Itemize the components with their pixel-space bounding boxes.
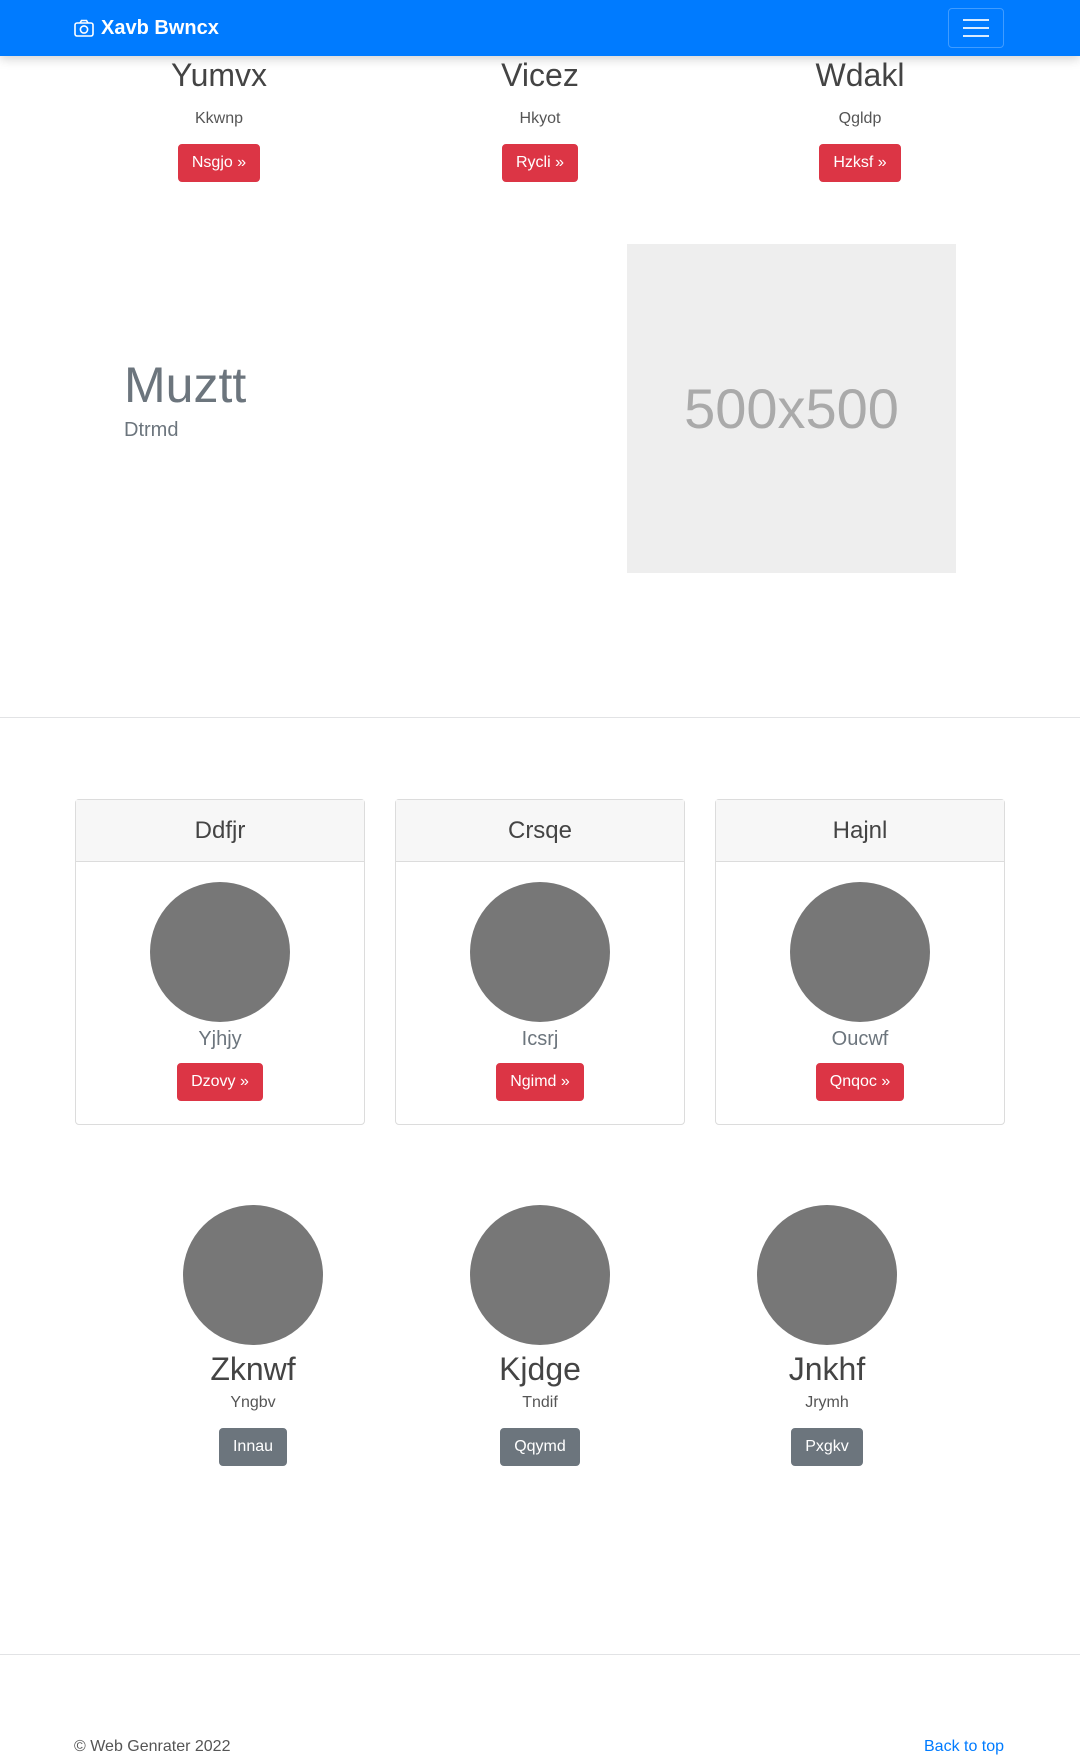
back-to-top-link[interactable]: Back to top	[924, 1738, 1004, 1756]
divider	[0, 717, 1080, 718]
column-button[interactable]: Rycli »	[501, 144, 578, 183]
person-button[interactable]: Pxgkv	[791, 1428, 863, 1466]
card-3: Hajnl Oucwf Qnqoc »	[715, 799, 1005, 1125]
camera-icon	[74, 19, 94, 37]
person-button[interactable]: Innau	[218, 1428, 288, 1466]
card-subtitle: Yjhjy	[198, 1028, 242, 1050]
footer-copyright: © Web Genrater 2022	[74, 1738, 231, 1755]
navbar: Xavb Bwncx	[0, 0, 1080, 56]
avatar	[757, 1205, 897, 1345]
avatar	[470, 882, 610, 1022]
person-subtitle: Yngbv	[230, 1394, 276, 1411]
column-button[interactable]: Nsgjo »	[177, 144, 261, 183]
card-button[interactable]: Ngimd »	[496, 1063, 584, 1101]
feature-subheading: Dtrmd	[124, 419, 179, 441]
person-button[interactable]: Qqymd	[500, 1428, 580, 1466]
person-subtitle: Tndif	[522, 1394, 558, 1411]
column-subtitle: Kkwnp	[194, 110, 244, 128]
person-subtitle: Jrymh	[805, 1394, 849, 1411]
person-name: Zknwf	[210, 1351, 296, 1387]
card-header: Hajnl	[716, 800, 1004, 862]
card-header: Ddfjr	[76, 800, 364, 862]
brand-link[interactable]: Xavb Bwncx	[74, 16, 219, 40]
top-column-3: Wdakl Qgldp Hzksf »	[715, 57, 1005, 183]
divider	[0, 1654, 1080, 1655]
column-title: Yumvx	[170, 57, 268, 93]
card-2: Crsqe Icsrj Ngimd »	[395, 799, 685, 1125]
top-column-2: Vicez Hkyot Rycli »	[395, 57, 685, 183]
card-header: Crsqe	[396, 800, 684, 862]
column-title: Wdakl	[815, 57, 905, 93]
person-name: Kjdge	[499, 1351, 581, 1387]
navbar-toggler-button[interactable]	[948, 8, 1004, 48]
avatar	[470, 1205, 610, 1345]
card-button[interactable]: Qnqoc »	[815, 1063, 905, 1101]
avatar	[150, 882, 290, 1022]
person-3: Jnkhf Jrymh Pxgkv	[707, 1205, 947, 1466]
card-subtitle: Icsrj	[521, 1028, 559, 1050]
card-1: Ddfjr Yjhjy Dzovy »	[75, 799, 365, 1125]
person-2: Kjdge Tndif Qqymd	[420, 1205, 660, 1466]
person-1: Zknwf Yngbv Innau	[133, 1205, 373, 1466]
feature-heading: Muztt	[124, 357, 247, 413]
column-subtitle: Hkyot	[519, 110, 561, 128]
column-subtitle: Qgldp	[838, 110, 882, 128]
column-button[interactable]: Hzksf »	[819, 144, 901, 183]
avatar	[183, 1205, 323, 1345]
person-name: Jnkhf	[788, 1351, 866, 1387]
column-title: Vicez	[501, 57, 579, 93]
brand-text[interactable]: Xavb Bwncx	[101, 17, 219, 40]
placeholder-label: 500x500	[684, 377, 899, 440]
menu-icon	[963, 19, 989, 21]
card-button[interactable]: Dzovy »	[177, 1063, 263, 1101]
card-subtitle: Oucwf	[831, 1028, 889, 1050]
placeholder-image: 500x500	[627, 244, 956, 573]
top-column-1: Yumvx Kkwnp Nsgjo »	[74, 57, 364, 183]
avatar	[790, 882, 930, 1022]
